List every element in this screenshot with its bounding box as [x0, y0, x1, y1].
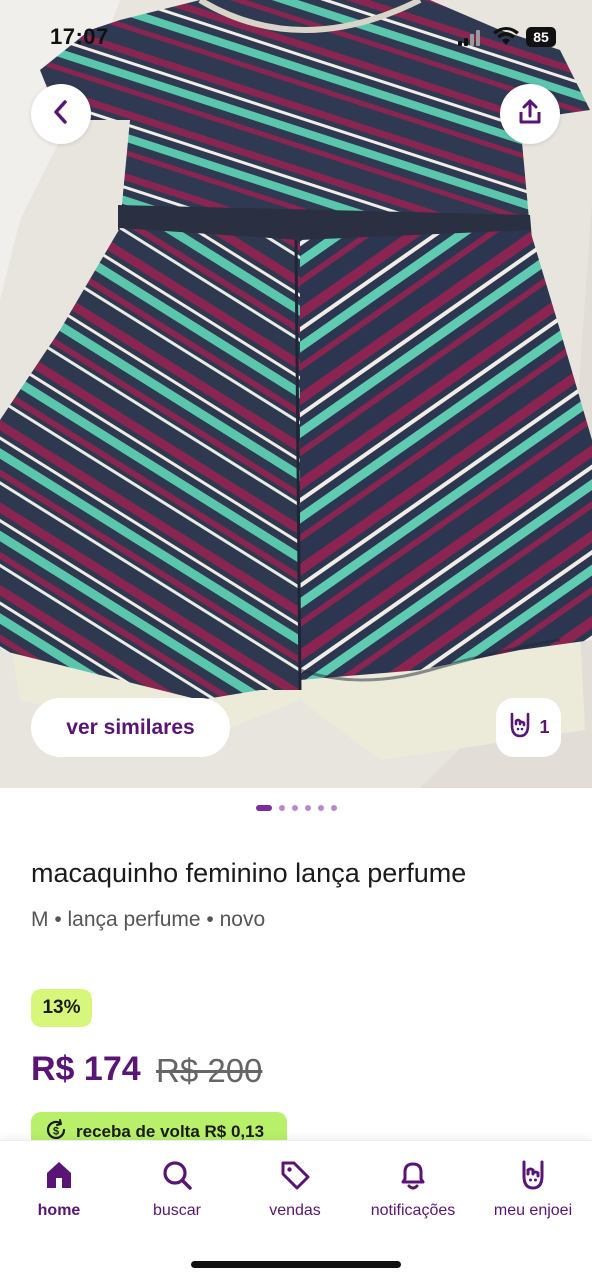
product-price: R$ 174	[31, 1050, 141, 1088]
nav-item-my-enjoei[interactable]: meu enjoei	[474, 1159, 592, 1220]
tag-icon	[279, 1161, 311, 1195]
nav-label-my-enjoei: meu enjoei	[493, 1202, 573, 1219]
like-count: 1	[539, 717, 550, 737]
pagination-dot[interactable]	[278, 805, 285, 811]
nav-label-notifications: notificações	[370, 1202, 456, 1219]
pagination-dot[interactable]	[304, 805, 311, 811]
nav-label-sales: vendas	[269, 1202, 321, 1219]
status-time: 17:07	[50, 24, 109, 49]
home-indicator[interactable]	[191, 1261, 401, 1268]
like-button[interactable]: 1	[496, 698, 561, 757]
nav-item-notifications[interactable]: notificações	[354, 1159, 472, 1220]
back-button[interactable]	[31, 84, 91, 144]
photo-pagination[interactable]	[0, 805, 592, 811]
see-similar-button[interactable]: ver similares	[31, 698, 230, 757]
cashback-text: receba de volta R$ 0,13	[76, 1122, 265, 1141]
wifi-icon	[493, 27, 519, 52]
chevron-left-icon	[50, 99, 72, 130]
rock-hand-icon	[517, 1160, 549, 1195]
share-button[interactable]	[500, 84, 560, 144]
battery-indicator: 85	[526, 27, 556, 47]
bell-icon	[397, 1162, 429, 1195]
pagination-dot-active[interactable]	[255, 805, 272, 811]
rock-hand-icon	[507, 711, 533, 744]
product-title: macaquinho feminino lança perfume	[31, 858, 467, 888]
product-meta: M • lança perfume • novo	[31, 908, 266, 931]
nav-item-home[interactable]: home	[0, 1159, 118, 1220]
nav-label-home: home	[37, 1202, 81, 1219]
nav-label-search: buscar	[152, 1202, 202, 1219]
svg-text:$: $	[53, 1125, 59, 1137]
home-icon	[43, 1162, 75, 1195]
share-icon	[516, 98, 544, 131]
pagination-dot[interactable]	[330, 805, 337, 811]
nav-item-sales[interactable]: vendas	[236, 1159, 354, 1220]
original-price: R$ 200	[156, 1052, 263, 1089]
pagination-dot[interactable]	[317, 805, 324, 811]
bottom-navigation: home buscar vendas notificações meu enjo…	[0, 1140, 592, 1280]
cellular-signal-icon	[458, 30, 484, 51]
status-bar: 17:07 85	[0, 0, 592, 76]
discount-badge: 13%	[31, 989, 92, 1027]
pagination-dot[interactable]	[291, 805, 298, 811]
search-icon	[161, 1161, 193, 1195]
nav-item-search[interactable]: buscar	[118, 1159, 236, 1220]
